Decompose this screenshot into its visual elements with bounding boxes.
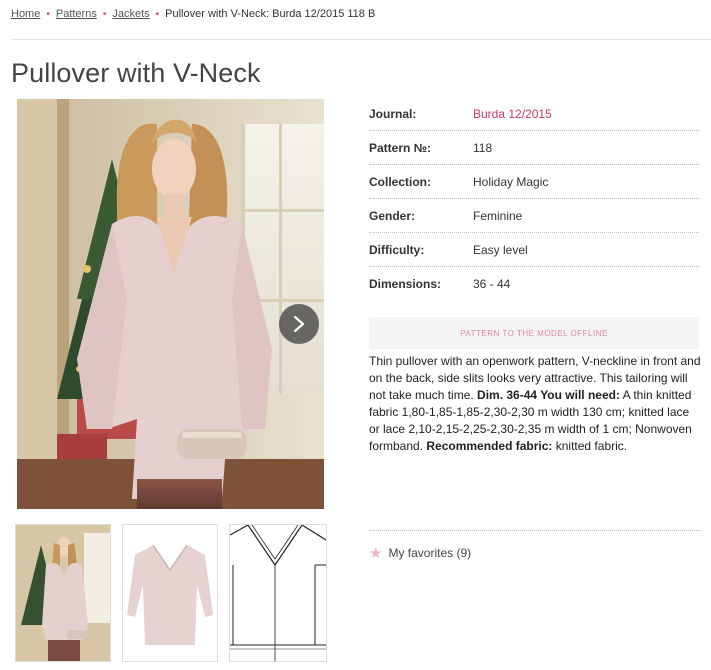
breadcrumb-separator: • — [46, 8, 50, 20]
pattern-offline-button[interactable]: PATTERN TO THE MODEL OFFLINE — [369, 317, 699, 349]
detail-value: 118 — [473, 140, 493, 155]
pattern-details: Journal: Burda 12/2015 Pattern №: 118 Co… — [369, 97, 699, 349]
star-icon: ★ — [369, 545, 383, 562]
breadcrumb-home-link[interactable]: Home — [11, 8, 40, 20]
pattern-description: Thin pullover with an openwork pattern, … — [369, 353, 701, 455]
page-title: Pullover with V-Neck — [11, 58, 261, 88]
my-favorites-button[interactable]: ★ My favorites (9) — [369, 544, 471, 562]
description-bold: Dim. 36-44 You will need: — [477, 388, 620, 402]
detail-row-gender: Gender: Feminine — [369, 199, 699, 233]
favorites-label: My favorites (9) — [388, 546, 472, 560]
breadcrumb-jackets-link[interactable]: Jackets — [112, 8, 149, 20]
detail-label: Difficulty: — [369, 242, 425, 257]
detail-value: Easy level — [473, 242, 528, 257]
detail-label: Gender: — [369, 208, 416, 223]
next-image-button[interactable] — [279, 304, 319, 344]
thumbnail-model[interactable] — [15, 524, 111, 662]
detail-label: Dimensions: — [369, 276, 442, 291]
chevron-right-icon — [293, 315, 305, 333]
thumbnail-technical-drawing[interactable] — [229, 524, 327, 662]
header-divider — [11, 39, 711, 40]
detail-label: Collection: — [369, 174, 431, 189]
description-bold: Recommended fabric: — [426, 439, 553, 453]
detail-row-pattern-number: Pattern №: 118 — [369, 131, 699, 165]
detail-value: Feminine — [473, 208, 523, 223]
breadcrumb: Home • Patterns • Jackets • Pullover wit… — [11, 8, 375, 20]
detail-value: Holiday Magic — [473, 174, 549, 189]
breadcrumb-separator: • — [155, 8, 160, 20]
detail-value: 36 - 44 — [473, 276, 511, 291]
detail-row-collection: Collection: Holiday Magic — [369, 165, 699, 199]
detail-label: Journal: — [369, 106, 417, 121]
description-text: knitted fabric. — [552, 439, 628, 453]
model-photo-illustration — [17, 99, 324, 509]
detail-row-dimensions: Dimensions: 36 - 44 — [369, 267, 699, 300]
main-product-photo[interactable] — [17, 99, 324, 509]
breadcrumb-current: Pullover with V-Neck: Burda 12/2015 118 … — [165, 8, 376, 20]
thumbnail-garment[interactable] — [122, 524, 218, 662]
detail-label: Pattern №: — [369, 140, 432, 155]
detail-row-difficulty: Difficulty: Easy level — [369, 233, 699, 267]
breadcrumb-separator: • — [102, 8, 107, 20]
journal-link[interactable]: Burda 12/2015 — [473, 107, 552, 121]
detail-row-journal: Journal: Burda 12/2015 — [369, 97, 699, 131]
breadcrumb-patterns-link[interactable]: Patterns — [56, 8, 97, 20]
favorites-divider — [369, 530, 701, 532]
